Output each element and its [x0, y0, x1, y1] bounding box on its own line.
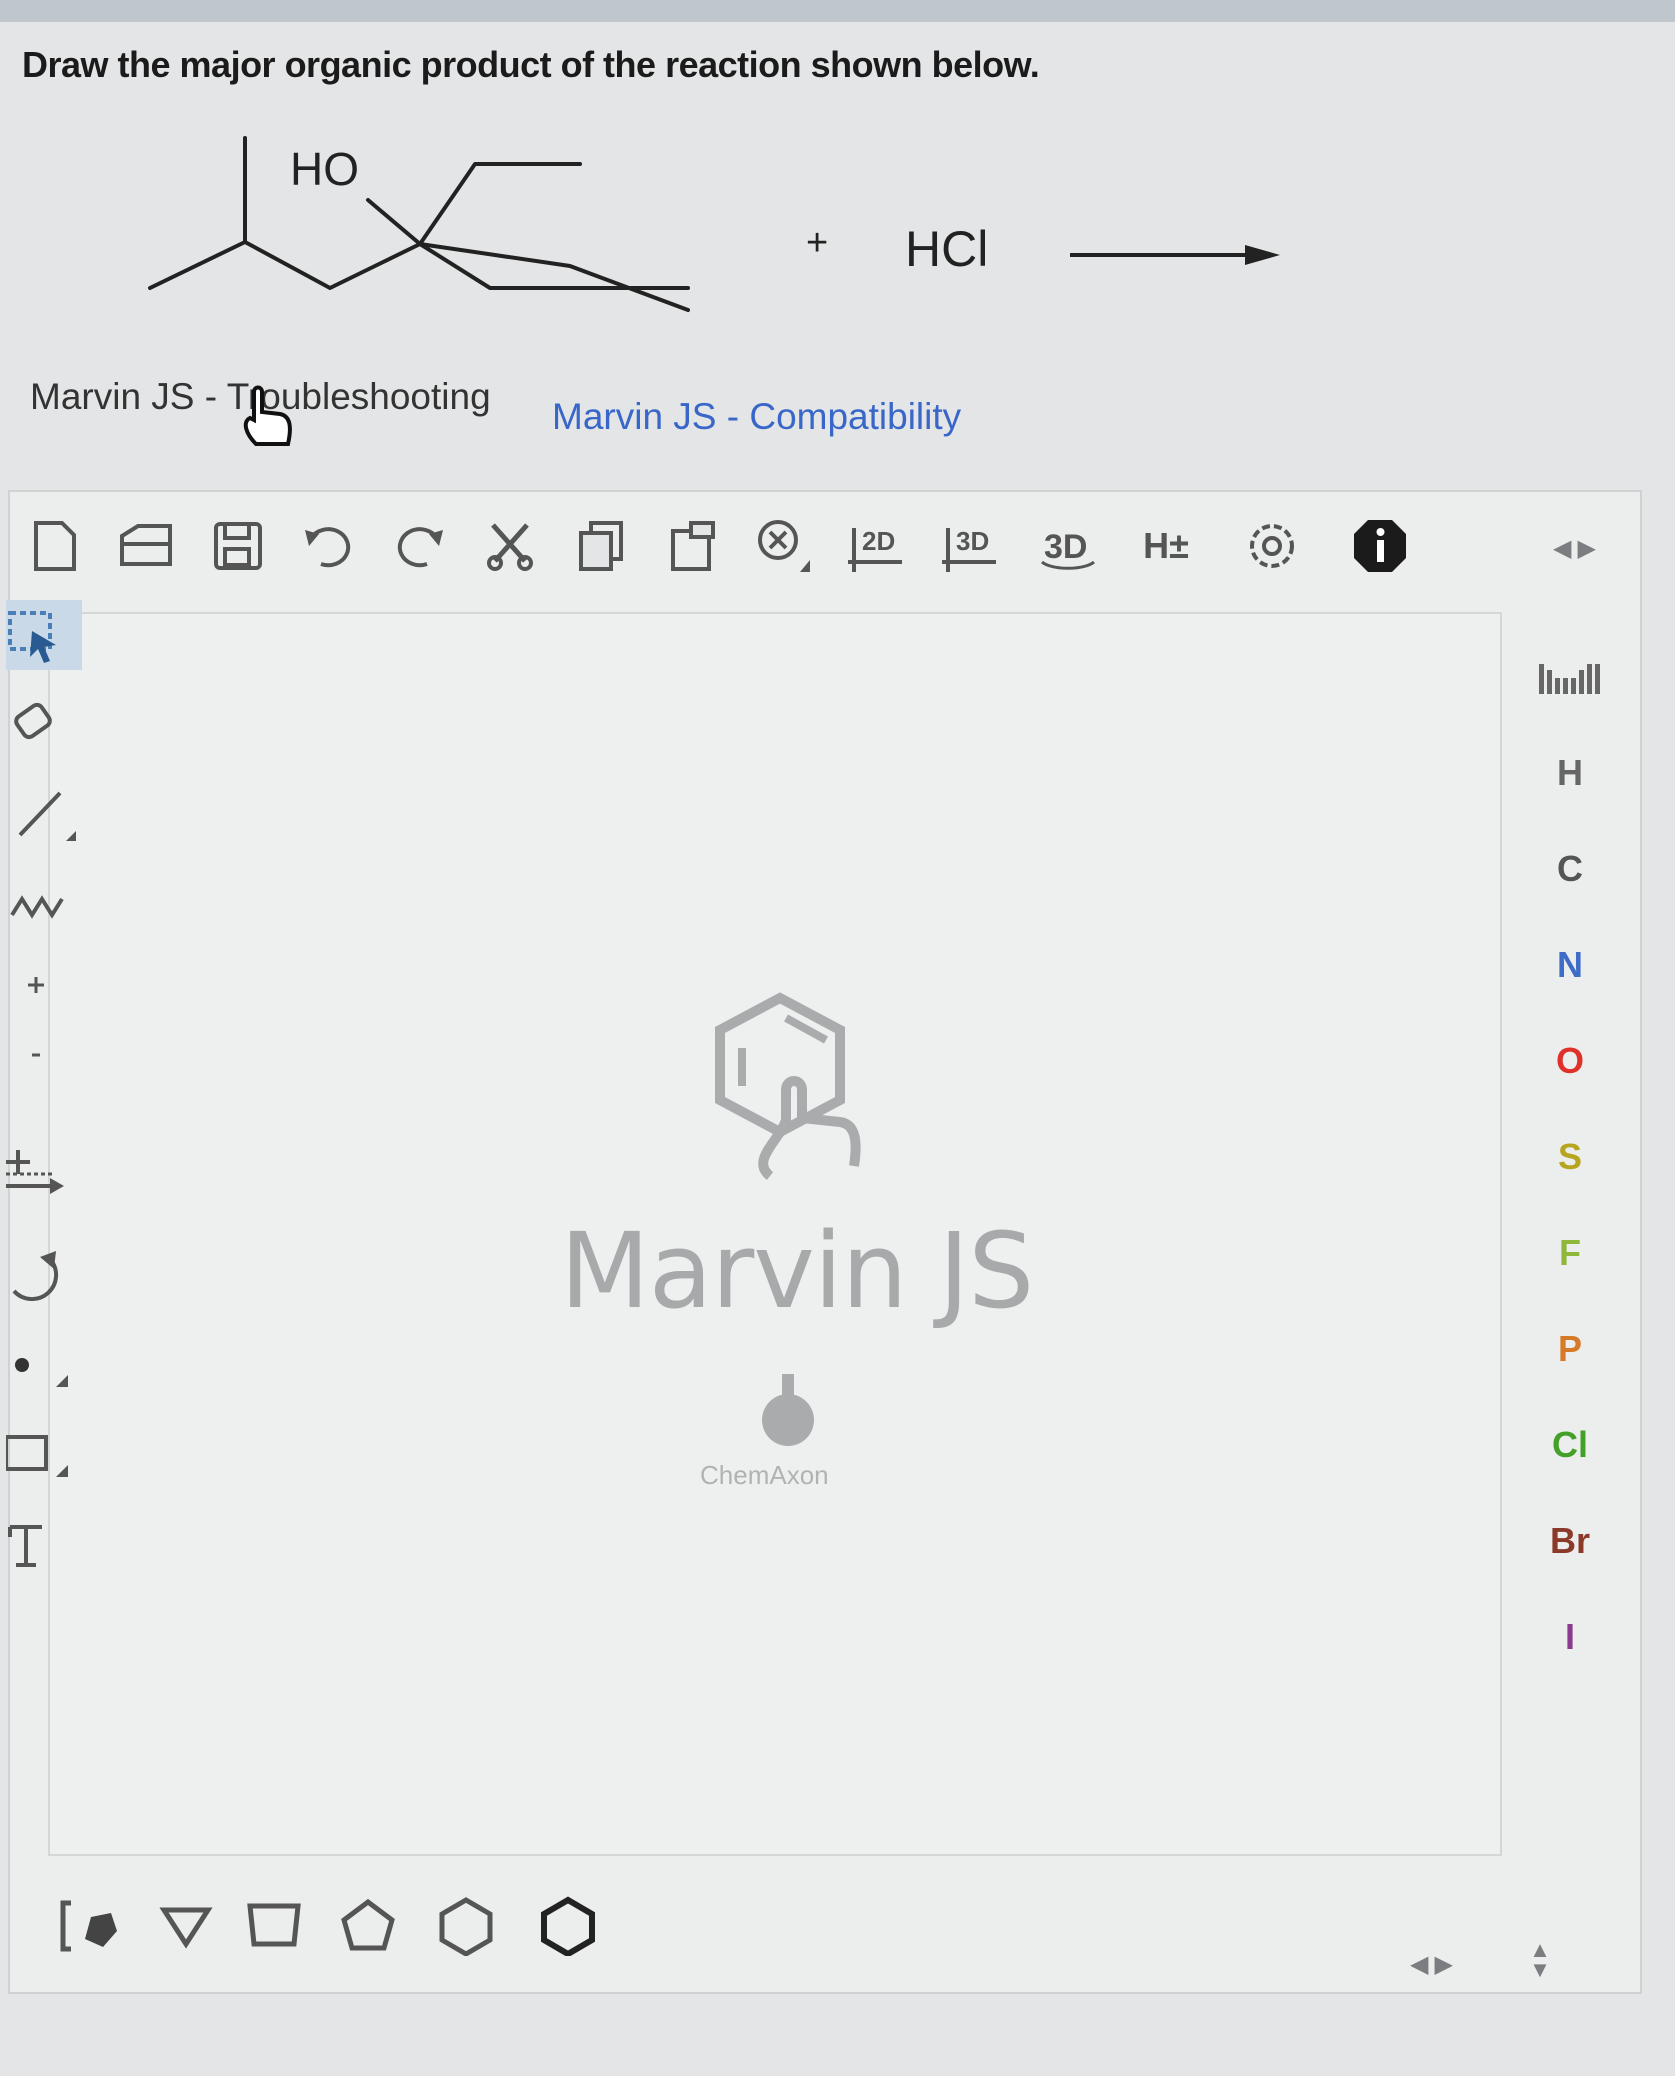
copy-icon[interactable]	[570, 514, 634, 578]
text-tool-icon[interactable]	[6, 1510, 82, 1580]
positive-charge-icon[interactable]	[6, 950, 82, 1020]
chemaxon-label: ChemAxon	[700, 1460, 829, 1490]
toolbar-scroll-arrows[interactable]: ◀▶	[1553, 534, 1602, 563]
bond-propyl	[418, 242, 690, 312]
reactant-structure: HO	[148, 136, 690, 312]
settings-icon[interactable]	[1240, 514, 1304, 578]
plus-sign: +	[806, 222, 829, 264]
paste-icon[interactable]	[662, 514, 726, 578]
hand-cursor-icon	[243, 385, 292, 446]
bond-ethyl	[418, 162, 582, 246]
cyclopentane-icon[interactable]	[330, 1888, 406, 1964]
cyclopropane-icon[interactable]	[148, 1888, 224, 1964]
cyclobutane-icon[interactable]	[236, 1888, 312, 1964]
benzene-icon[interactable]	[530, 1888, 606, 1964]
vertical-scroll-arrows[interactable]: ▲ ▼	[1525, 1939, 1555, 1981]
compatibility-link[interactable]: Marvin JS - Compatibility	[552, 396, 961, 438]
bond-ho	[366, 198, 422, 246]
zoom-icon[interactable]	[752, 514, 816, 578]
element-f[interactable]: F	[1525, 1232, 1615, 1274]
template-library-icon[interactable]	[54, 1888, 130, 1964]
element-o[interactable]: O	[1525, 1040, 1615, 1082]
svg-text:3D: 3D	[1044, 528, 1087, 566]
chemaxon-flask-icon	[762, 1374, 814, 1446]
reaction-arrow-icon	[1070, 245, 1280, 265]
question-text: Draw the major organic product of the re…	[22, 44, 1040, 85]
single-bond-icon[interactable]	[6, 780, 82, 850]
element-c[interactable]: C	[1525, 848, 1615, 890]
element-p[interactable]: P	[1525, 1328, 1615, 1370]
reaction-arrow-tool-icon[interactable]	[6, 1140, 82, 1210]
element-n[interactable]: N	[1525, 944, 1615, 986]
marvin-js-watermark: Marvin JS	[560, 1210, 1034, 1332]
element-s[interactable]: S	[1525, 1136, 1615, 1178]
electron-flow-arrow-icon[interactable]	[6, 1240, 82, 1310]
periodic-table-icon[interactable]	[1525, 660, 1615, 709]
shapes-icon[interactable]	[6, 1420, 82, 1490]
cyclohexane-icon[interactable]	[428, 1888, 504, 1964]
undo-icon[interactable]	[296, 514, 360, 578]
reagent-hcl: HCl	[905, 221, 989, 277]
3d-rotate-icon[interactable]: 3D	[1036, 514, 1100, 578]
bottom-scroll-arrows[interactable]: ◀▶	[1410, 1950, 1459, 1979]
template-toolbar	[40, 1880, 640, 1970]
eraser-icon[interactable]	[6, 690, 82, 760]
negative-charge-icon[interactable]	[6, 1020, 82, 1090]
open-icon[interactable]	[114, 514, 178, 578]
redo-icon[interactable]	[388, 514, 452, 578]
element-h[interactable]: H	[1525, 752, 1615, 794]
ho-label: HO	[290, 143, 359, 195]
hydrogens-label: H±	[1143, 525, 1189, 566]
element-br[interactable]: Br	[1525, 1520, 1615, 1562]
chain-icon[interactable]	[6, 870, 82, 940]
element-cl[interactable]: Cl	[1525, 1424, 1615, 1466]
save-icon[interactable]	[206, 514, 270, 578]
svg-text:3D: 3D	[956, 526, 989, 556]
add-remove-hydrogens-icon[interactable]: H±	[1126, 514, 1206, 578]
rectangle-select-icon[interactable]	[6, 600, 82, 670]
new-document-icon[interactable]	[22, 514, 86, 578]
svg-text:2D: 2D	[862, 526, 895, 556]
cut-icon[interactable]	[478, 514, 542, 578]
info-icon[interactable]	[1348, 514, 1412, 578]
clean-2d-icon[interactable]: 2D	[844, 514, 908, 578]
top-toolbar: 2D 3D 3D H± ◀▶	[8, 490, 1638, 590]
clean-3d-icon[interactable]: 3D	[938, 514, 1002, 578]
top-bar	[0, 0, 1675, 22]
lone-pair-icon[interactable]	[6, 1330, 82, 1400]
left-toolbar	[0, 600, 90, 1650]
marvin-logo-icon	[715, 992, 861, 1180]
element-i[interactable]: I	[1525, 1616, 1615, 1658]
